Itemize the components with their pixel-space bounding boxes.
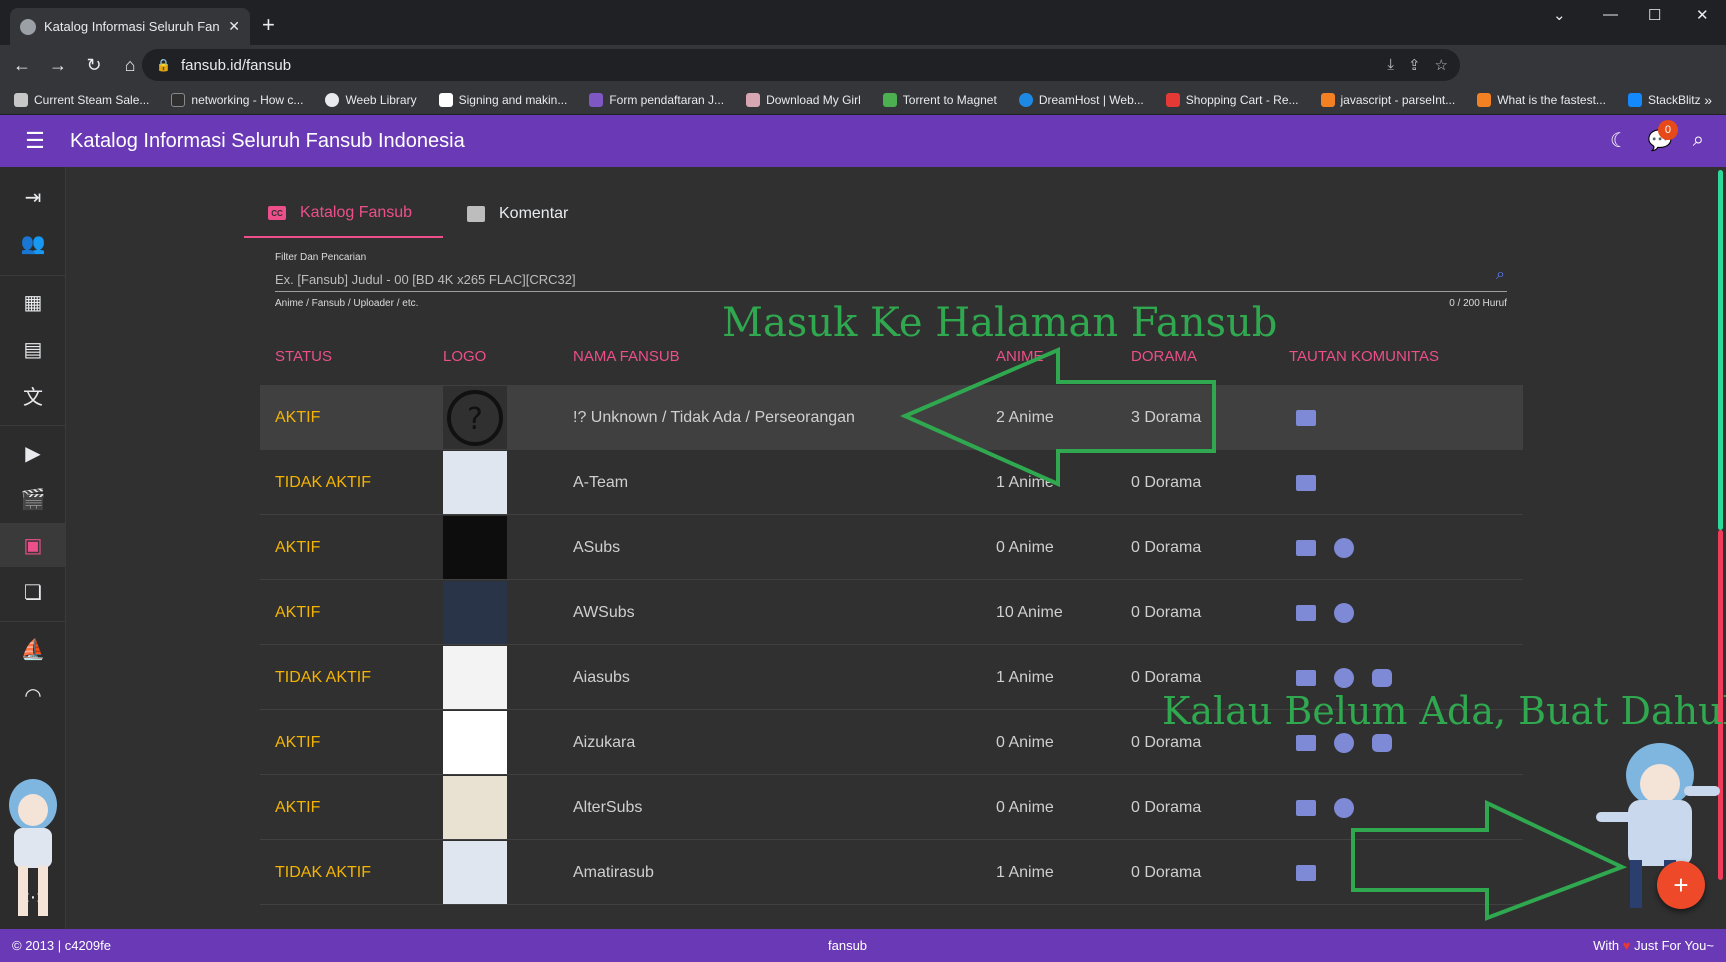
footer-tagline: Just For You~ xyxy=(1634,938,1714,953)
annotation-top: Masuk Ke Halaman Fansub xyxy=(722,300,1278,346)
footer-copyright: © 2013 | c4209fe xyxy=(12,938,111,953)
footer: © 2013 | c4209fe fansub With ♥ Just For … xyxy=(0,929,1726,962)
footer-site[interactable]: fansub xyxy=(828,938,867,953)
footer-credit: With ♥ Just For You~ xyxy=(1593,938,1714,953)
right-arrow xyxy=(1351,799,1628,921)
footer-with: With xyxy=(1593,938,1620,953)
annotation-overlay xyxy=(900,346,1720,921)
screen: { "browser": { "tab_title": "Katalog Inf… xyxy=(0,0,1726,962)
add-fansub-button[interactable]: + xyxy=(1657,861,1705,909)
annotation-bottom: Kalau Belum Ada, Buat Dahulu xyxy=(1162,689,1726,733)
left-arrow xyxy=(900,346,1216,488)
heart-icon: ♥ xyxy=(1622,938,1631,953)
